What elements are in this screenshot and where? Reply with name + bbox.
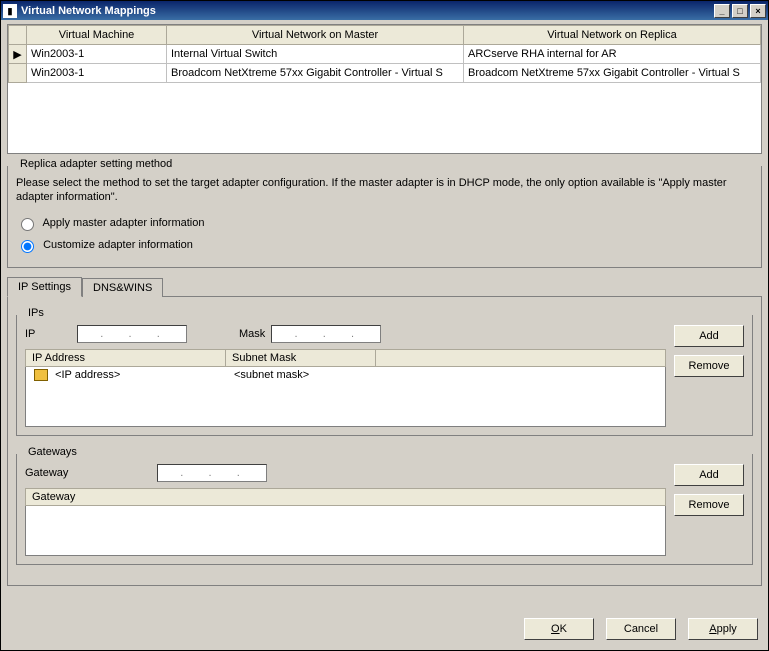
cell-vm[interactable]: Win2003-1	[27, 64, 167, 83]
ip-col-spacer	[376, 350, 665, 366]
minimize-button[interactable]: _	[714, 4, 730, 18]
radio-customize-label: Customize adapter information	[43, 239, 193, 251]
replica-group-legend: Replica adapter setting method	[16, 158, 176, 170]
ips-legend: IPs	[25, 307, 47, 319]
grid-header-replica[interactable]: Virtual Network on Replica	[464, 26, 761, 45]
radio-customize[interactable]	[21, 240, 34, 253]
gateways-legend: Gateways	[25, 446, 80, 458]
gateways-group: Gateways Gateway Gateway	[16, 454, 753, 565]
titlebar: ▮ Virtual Network Mappings _ □ ×	[1, 1, 768, 20]
cell-replica[interactable]: Broadcom NetXtreme 57xx Gigabit Controll…	[464, 64, 761, 83]
grid-corner	[9, 26, 27, 45]
mappings-grid[interactable]: Virtual Machine Virtual Network on Maste…	[7, 24, 762, 154]
settings-tabs: IP Settings DNS&WINS IPs IP Mask	[7, 276, 762, 586]
gateway-label: Gateway	[25, 467, 85, 479]
gateway-add-button[interactable]: Add	[674, 464, 744, 486]
dialog-buttons: OK Cancel Apply	[1, 608, 768, 650]
cell-replica[interactable]: ARCserve RHA internal for AR	[464, 45, 761, 64]
row-selector-icon	[9, 64, 27, 83]
ip-list-row[interactable]: <IP address> <subnet mask>	[26, 367, 665, 383]
replica-adapter-group: Replica adapter setting method Please se…	[7, 166, 762, 268]
ip-list-header: IP Address Subnet Mask	[25, 349, 666, 367]
gateway-list[interactable]	[25, 506, 666, 556]
mask-input[interactable]	[271, 325, 381, 343]
replica-help-text: Please select the method to set the targ…	[16, 176, 753, 205]
window-title: Virtual Network Mappings	[21, 5, 712, 17]
tab-page-ip: IPs IP Mask IP Address	[7, 296, 762, 586]
apply-button[interactable]: Apply	[688, 618, 758, 640]
gateway-input[interactable]	[157, 464, 267, 482]
radio-apply-master-label: Apply master adapter information	[42, 217, 204, 229]
mask-label: Mask	[239, 328, 265, 340]
cancel-button[interactable]: Cancel	[606, 618, 676, 640]
network-icon	[34, 369, 48, 381]
radio-apply-master[interactable]	[21, 218, 34, 231]
close-button[interactable]: ×	[750, 4, 766, 18]
ip-input[interactable]	[77, 325, 187, 343]
app-icon: ▮	[3, 4, 17, 18]
maximize-button[interactable]: □	[732, 4, 748, 18]
ips-group: IPs IP Mask IP Address	[16, 315, 753, 436]
cell-master[interactable]: Broadcom NetXtreme 57xx Gigabit Controll…	[167, 64, 464, 83]
gateway-col[interactable]: Gateway	[26, 489, 665, 505]
cell-vm[interactable]: Win2003-1	[27, 45, 167, 64]
grid-row[interactable]: ▶ Win2003-1 Internal Virtual Switch ARCs…	[9, 45, 761, 64]
tab-dns-wins[interactable]: DNS&WINS	[82, 278, 163, 297]
ip-list-mask: <subnet mask>	[230, 369, 380, 381]
ip-list-ip: <IP address>	[55, 369, 120, 381]
ip-col-mask[interactable]: Subnet Mask	[226, 350, 376, 366]
gateway-list-header: Gateway	[25, 488, 666, 506]
ok-button[interactable]: OK	[524, 618, 594, 640]
grid-header-master[interactable]: Virtual Network on Master	[167, 26, 464, 45]
cell-master[interactable]: Internal Virtual Switch	[167, 45, 464, 64]
ip-list[interactable]: <IP address> <subnet mask>	[25, 367, 666, 427]
ip-add-button[interactable]: Add	[674, 325, 744, 347]
ip-label: IP	[25, 328, 71, 340]
grid-row[interactable]: Win2003-1 Broadcom NetXtreme 57xx Gigabi…	[9, 64, 761, 83]
virtual-network-mappings-window: ▮ Virtual Network Mappings _ □ × Virtual…	[0, 0, 769, 651]
row-selector-icon: ▶	[9, 45, 27, 64]
tab-ip-settings[interactable]: IP Settings	[7, 277, 82, 297]
grid-header-vm[interactable]: Virtual Machine	[27, 26, 167, 45]
content-area: Virtual Machine Virtual Network on Maste…	[1, 20, 768, 608]
ip-col-address[interactable]: IP Address	[26, 350, 226, 366]
ip-remove-button[interactable]: Remove	[674, 355, 744, 377]
gateway-remove-button[interactable]: Remove	[674, 494, 744, 516]
